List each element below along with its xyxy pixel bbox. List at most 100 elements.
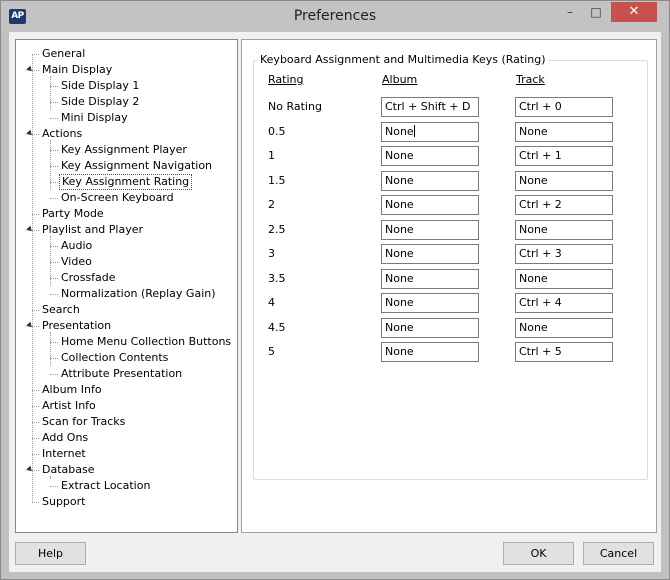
tree-connector (50, 118, 58, 119)
tree-connector (50, 374, 58, 375)
tree-item-crossfade[interactable]: Crossfade (59, 270, 118, 286)
track-key-input[interactable]: Ctrl + 1 (515, 146, 613, 166)
album-key-input[interactable]: None (381, 244, 479, 264)
track-key-input[interactable]: None (515, 122, 613, 142)
key-assignment-group: Keyboard Assignment and Multimedia Keys … (253, 53, 648, 480)
album-key-input[interactable]: None (381, 269, 479, 289)
tree-connector (50, 150, 58, 151)
album-key-value: None (385, 198, 414, 211)
tree-connector (50, 166, 58, 167)
rating-label: 5 (268, 345, 275, 358)
tree-item-scan-for-tracks[interactable]: Scan for Tracks (40, 414, 127, 430)
tree-item-artist-info[interactable]: Artist Info (40, 398, 98, 414)
album-key-value: None (385, 247, 414, 260)
tree-item-attribute-presentation[interactable]: Attribute Presentation (59, 366, 184, 382)
track-key-input[interactable]: None (515, 318, 613, 338)
settings-panel: Keyboard Assignment and Multimedia Keys … (241, 39, 657, 533)
tree-connector (50, 86, 58, 87)
track-key-input[interactable]: Ctrl + 2 (515, 195, 613, 215)
preferences-tree[interactable]: General Main Display Side Display 1 Side Di… (15, 39, 238, 533)
close-button[interactable]: ✕ (611, 2, 657, 22)
album-key-input[interactable]: None (381, 146, 479, 166)
tree-connector (32, 454, 39, 455)
tree-item-key-assignment-navigation[interactable]: Key Assignment Navigation (59, 158, 214, 174)
tree-connector (32, 326, 39, 327)
tree-item-support[interactable]: Support (40, 494, 87, 510)
album-key-value: None (385, 345, 414, 358)
album-key-value: None (385, 149, 414, 162)
tree-item-on-screen-keyboard[interactable]: On-Screen Keyboard (59, 190, 176, 206)
rating-column-header: Rating (268, 73, 304, 86)
tree-connector (32, 54, 39, 55)
tree-item-playlist-and-player[interactable]: Playlist and Player (40, 222, 145, 238)
tree-item-main-display[interactable]: Main Display (40, 62, 114, 78)
album-key-input[interactable]: None (381, 171, 479, 191)
track-key-input[interactable]: Ctrl + 3 (515, 244, 613, 264)
text-caret (413, 125, 415, 137)
tree-connector (32, 230, 39, 231)
album-key-value: None (385, 174, 414, 187)
tree-connector (32, 422, 39, 423)
track-key-input[interactable]: None (515, 269, 613, 289)
track-key-input[interactable]: Ctrl + 0 (515, 97, 613, 117)
album-key-input[interactable]: None (381, 220, 479, 240)
tree-item-key-assignment-rating[interactable]: Key Assignment Rating (59, 174, 193, 190)
tree-connector (50, 198, 58, 199)
track-key-input[interactable]: Ctrl + 5 (515, 342, 613, 362)
tree-connector (50, 246, 58, 247)
tree-item-search[interactable]: Search (40, 302, 82, 318)
rating-label: 1 (268, 149, 275, 162)
tree-item-general[interactable]: General (40, 46, 87, 62)
tree-connector (32, 310, 39, 311)
tree-connector (32, 70, 39, 71)
track-column-header: Track (516, 73, 545, 86)
tree-item-key-assignment-player[interactable]: Key Assignment Player (59, 142, 189, 158)
tree-connector (32, 470, 39, 471)
tree-connector (50, 278, 58, 279)
tree-connector (32, 134, 39, 135)
title-bar[interactable]: AP Preferences – □ ✕ (1, 1, 669, 32)
tree-item-internet[interactable]: Internet (40, 446, 88, 462)
album-key-input[interactable]: None (381, 318, 479, 338)
album-key-input[interactable]: None (381, 342, 479, 362)
track-key-input[interactable]: None (515, 171, 613, 191)
tree-connector (32, 502, 39, 503)
rating-label: 2 (268, 198, 275, 211)
tree-connector (50, 76, 51, 110)
cancel-button[interactable]: Cancel (583, 542, 654, 565)
ok-button[interactable]: OK (503, 542, 574, 565)
rating-label: 3 (268, 247, 275, 260)
tree-item-add-ons[interactable]: Add Ons (40, 430, 90, 446)
tree-item-collection-contents[interactable]: Collection Contents (59, 350, 170, 366)
minimize-button[interactable]: – (557, 2, 583, 22)
album-key-value: Ctrl + Shift + D (385, 100, 471, 113)
tree-item-video[interactable]: Video (59, 254, 94, 270)
tree-item-mini-display[interactable]: Mini Display (59, 110, 130, 126)
tree-item-extract-location[interactable]: Extract Location (59, 478, 152, 494)
tree-item-normalization-replay-gain[interactable]: Normalization (Replay Gain) (59, 286, 218, 302)
rating-label: No Rating (268, 100, 322, 113)
rating-label: 1.5 (268, 174, 286, 187)
tree-item-side-display-1[interactable]: Side Display 1 (59, 78, 141, 94)
help-button[interactable]: Help (15, 542, 86, 565)
track-key-input[interactable]: None (515, 220, 613, 240)
tree-item-side-display-2[interactable]: Side Display 2 (59, 94, 141, 110)
tree-connector (50, 332, 51, 366)
tree-item-album-info[interactable]: Album Info (40, 382, 104, 398)
maximize-button[interactable]: □ (583, 2, 609, 22)
album-key-input[interactable]: Ctrl + Shift + D (381, 97, 479, 117)
rating-label: 4.5 (268, 321, 286, 334)
track-key-input[interactable]: Ctrl + 4 (515, 293, 613, 313)
tree-item-audio[interactable]: Audio (59, 238, 94, 254)
tree-connector (50, 262, 58, 263)
rating-label: 2.5 (268, 223, 286, 236)
tree-item-home-menu-collection-buttons[interactable]: Home Menu Collection Buttons (59, 334, 233, 350)
album-key-value: None (385, 223, 414, 236)
tree-item-actions[interactable]: Actions (40, 126, 84, 142)
tree-item-party-mode[interactable]: Party Mode (40, 206, 106, 222)
album-key-input[interactable]: None (381, 122, 479, 142)
album-key-input[interactable]: None (381, 195, 479, 215)
tree-connector (32, 390, 39, 391)
album-key-input[interactable]: None (381, 293, 479, 313)
tree-item-database[interactable]: Database (40, 462, 97, 478)
